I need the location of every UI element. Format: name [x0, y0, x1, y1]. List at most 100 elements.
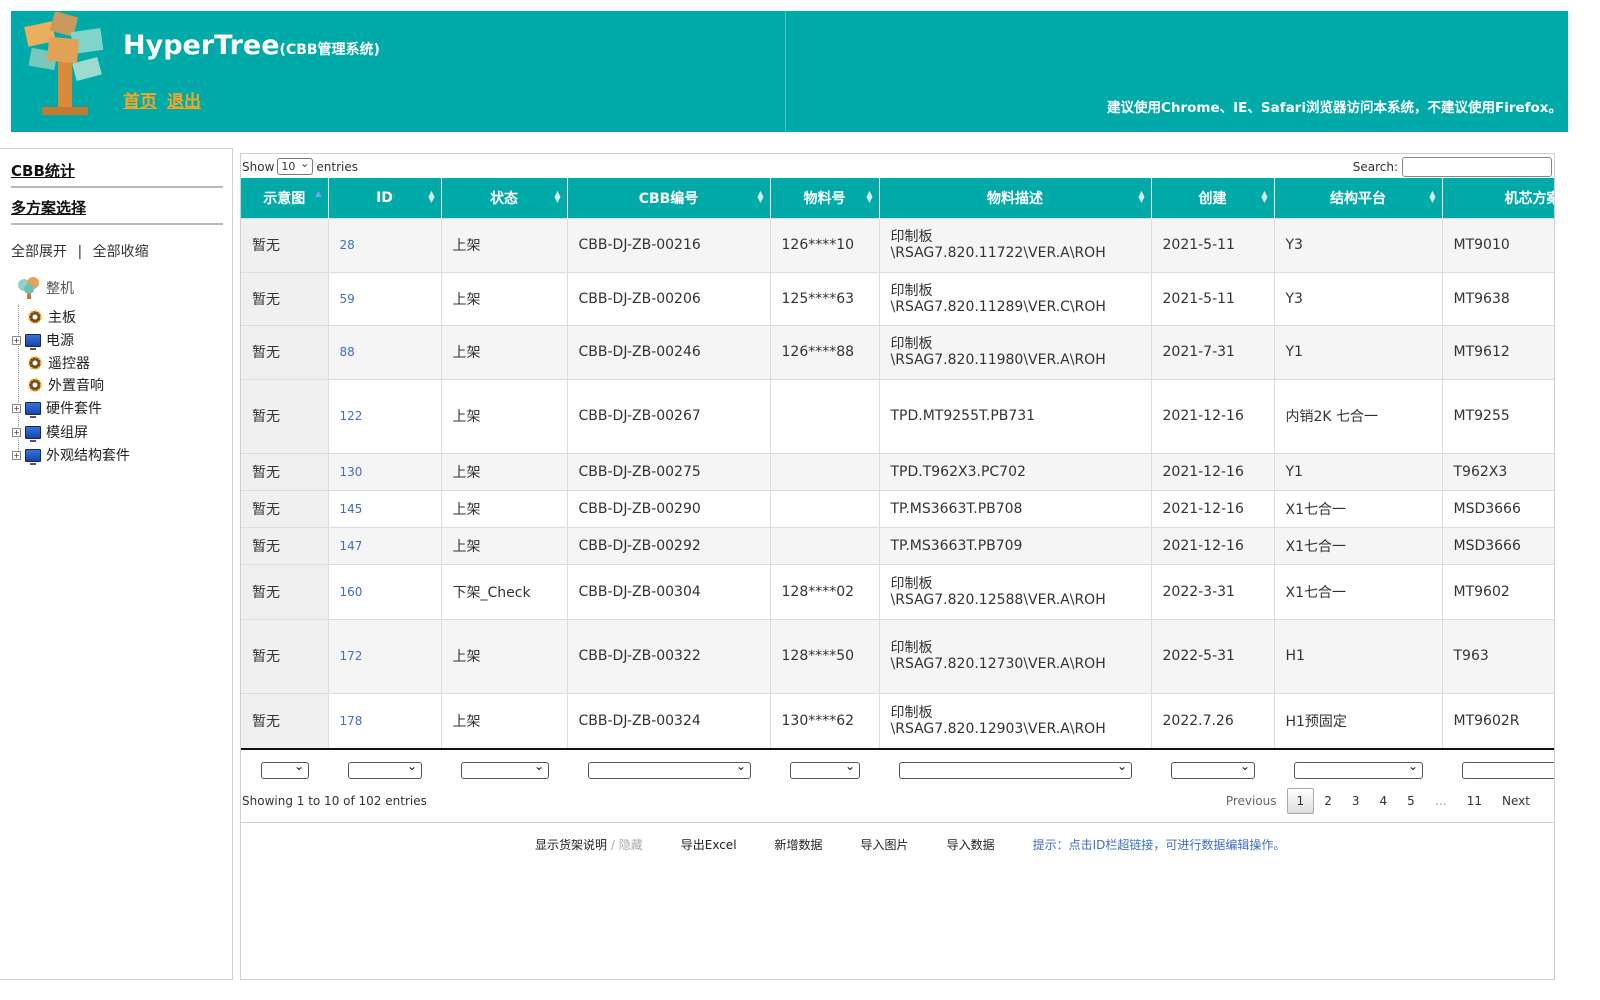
- expand-all-link[interactable]: 全部展开: [11, 244, 67, 260]
- nav-logout-link[interactable]: 退出: [167, 92, 201, 112]
- cell-material-no: [770, 452, 880, 490]
- main-panel: Show 10 entries Search: 示意图▲ ID▲▼ 状态▲▼ C…: [240, 153, 1555, 980]
- cell-material-desc: 印制板 \RSAG7.820.11722\VER.A\ROH: [879, 217, 1152, 272]
- search-control: Search:: [1353, 157, 1552, 177]
- cell-id-link[interactable]: 28: [328, 217, 442, 272]
- collapse-all-link[interactable]: 全部收缩: [93, 244, 149, 260]
- cell-id-link[interactable]: 59: [328, 271, 442, 325]
- cell-status: 下架_Check: [441, 563, 568, 619]
- pager-page-3[interactable]: 3: [1342, 788, 1370, 814]
- column-header-material-desc[interactable]: 物料描述 ▲ ▼: [879, 178, 1152, 218]
- multi-plan-link[interactable]: 多方案选择: [11, 197, 86, 218]
- sort-icon: ▲ ▼: [757, 189, 764, 204]
- expand-toggle-icon[interactable]: +: [12, 335, 21, 345]
- column-header-image[interactable]: 示意图 ▲: [241, 178, 329, 218]
- cell-id-link[interactable]: 130: [328, 452, 442, 490]
- filter-select-status[interactable]: [461, 759, 549, 779]
- cell-id-link[interactable]: 145: [328, 489, 442, 527]
- tree-node-mainboard[interactable]: 主板: [12, 307, 76, 327]
- pager-page-11[interactable]: 11: [1457, 788, 1492, 814]
- expand-toggle-icon[interactable]: +: [12, 403, 21, 413]
- filter-select-chip[interactable]: [1462, 762, 1554, 779]
- filter-select-material-desc[interactable]: [899, 759, 1132, 779]
- cell-created: 2021-12-16: [1151, 526, 1275, 564]
- expand-toggle-icon[interactable]: +: [12, 427, 21, 437]
- pager-page-1[interactable]: 1: [1286, 788, 1315, 814]
- table-row: 暂无 178 上架 CBB-DJ-ZB-00324 130****62 印制板 \RSAG7…: [241, 692, 1554, 748]
- cell-id-link[interactable]: 122: [328, 378, 442, 453]
- filter-select-created[interactable]: [1171, 759, 1255, 779]
- cell-cbb-code: CBB-DJ-ZB-00267: [567, 378, 771, 453]
- cell-id-link[interactable]: 160: [328, 563, 442, 619]
- pager-page-2[interactable]: 2: [1314, 788, 1342, 814]
- tree-node-module-screen[interactable]: + 模组屏: [12, 422, 88, 442]
- tree-root-node[interactable]: 整机: [16, 275, 74, 301]
- desc-line-1: 印制板: [890, 336, 933, 352]
- cell-platform: Y3: [1274, 271, 1443, 325]
- table-row: 暂无 88 上架 CBB-DJ-ZB-00246 126****88 印制板 \RSAG7.…: [241, 324, 1554, 379]
- desc-line-2: \RSAG7.820.12730\VER.A\ROH: [890, 656, 1106, 672]
- cbb-stats-link[interactable]: CBB统计: [11, 160, 75, 181]
- cell-id-link[interactable]: 172: [328, 618, 442, 693]
- filter-select-image[interactable]: [261, 759, 309, 779]
- add-data-button[interactable]: 新增数据: [775, 836, 823, 853]
- column-header-cbb-code[interactable]: CBB编号 ▲ ▼: [567, 178, 771, 218]
- search-input[interactable]: [1402, 157, 1552, 177]
- cell-chip: MT9010: [1442, 217, 1554, 272]
- filter-select-id[interactable]: [348, 759, 422, 779]
- cell-chip: MT9602R: [1442, 692, 1554, 748]
- cell-image: 暂无: [241, 563, 329, 619]
- table-info: Showing 1 to 10 of 102 entries: [242, 794, 427, 808]
- export-excel-button[interactable]: 导出Excel: [681, 836, 737, 853]
- column-header-platform[interactable]: 结构平台 ▲ ▼: [1274, 178, 1443, 218]
- tree-node-label: 外观结构套件: [46, 448, 130, 464]
- column-header-created[interactable]: 创建 ▲ ▼: [1151, 178, 1275, 218]
- show-notes-link[interactable]: 显示货架说明: [535, 838, 607, 852]
- column-header-chip[interactable]: 机芯方案: [1442, 178, 1554, 218]
- filter-select-platform[interactable]: [1294, 759, 1423, 779]
- expand-toggle-icon[interactable]: +: [12, 450, 21, 460]
- cell-cbb-code: CBB-DJ-ZB-00216: [567, 217, 771, 272]
- cell-platform: X1七合一: [1274, 489, 1443, 527]
- cell-material-desc: TP.MS3663T.PB709: [879, 526, 1152, 564]
- cell-id-link[interactable]: 178: [328, 692, 442, 748]
- action-bar: 显示货架说明 / 隐藏 导出Excel 新增数据 导入图片 导入数据 提示：点击…: [535, 836, 1285, 853]
- hide-notes-link[interactable]: 隐藏: [619, 838, 643, 852]
- import-images-button[interactable]: 导入图片: [861, 836, 909, 853]
- import-data-button[interactable]: 导入数据: [947, 836, 995, 853]
- cell-id-link[interactable]: 88: [328, 324, 442, 379]
- pager-page-5[interactable]: 5: [1397, 788, 1425, 814]
- filter-select-material-no[interactable]: [790, 759, 860, 779]
- cell-material-no: [770, 378, 880, 453]
- tree-node-hardware-kit[interactable]: + 硬件套件: [12, 398, 102, 418]
- nav-home-link[interactable]: 首页: [123, 92, 157, 112]
- cell-created: 2022-5-31: [1151, 618, 1275, 693]
- sort-icon: ▲ ▼: [428, 189, 435, 204]
- cell-id-link[interactable]: 147: [328, 526, 442, 564]
- computer-icon: [25, 448, 41, 465]
- sort-icon: ▲ ▼: [866, 189, 873, 204]
- tree-node-power[interactable]: + 电源: [12, 330, 74, 350]
- tree-node-remote[interactable]: 遥控器: [12, 353, 90, 373]
- column-header-id[interactable]: ID ▲ ▼: [328, 178, 442, 218]
- cell-image: 暂无: [241, 489, 329, 527]
- cell-chip: MT9255: [1442, 378, 1554, 453]
- desc-line-1: 印制板: [890, 575, 933, 592]
- filter-select-cbb-code[interactable]: [588, 759, 751, 779]
- tree-node-exterior-kit[interactable]: + 外观结构套件: [12, 445, 130, 465]
- cell-image: 暂无: [241, 271, 329, 325]
- tree-node-speaker[interactable]: 外置音响: [12, 375, 104, 395]
- cell-material-no: [770, 526, 880, 564]
- cell-material-no: 125****63: [770, 271, 880, 325]
- cell-image: 暂无: [241, 324, 329, 379]
- computer-icon: [25, 401, 41, 418]
- column-header-material-no[interactable]: 物料号 ▲ ▼: [770, 178, 880, 218]
- cell-status: 上架: [441, 271, 568, 325]
- table-row: 暂无 160 下架_Check CBB-DJ-ZB-00304 128****02 印制板…: [241, 563, 1554, 619]
- column-header-status[interactable]: 状态 ▲ ▼: [441, 178, 568, 218]
- cell-chip: MSD3666: [1442, 489, 1554, 527]
- pager-previous[interactable]: Previous: [1216, 788, 1287, 814]
- page-size-select[interactable]: 10: [277, 156, 314, 175]
- pager-next[interactable]: Next: [1492, 788, 1540, 814]
- pager-page-4[interactable]: 4: [1369, 788, 1397, 814]
